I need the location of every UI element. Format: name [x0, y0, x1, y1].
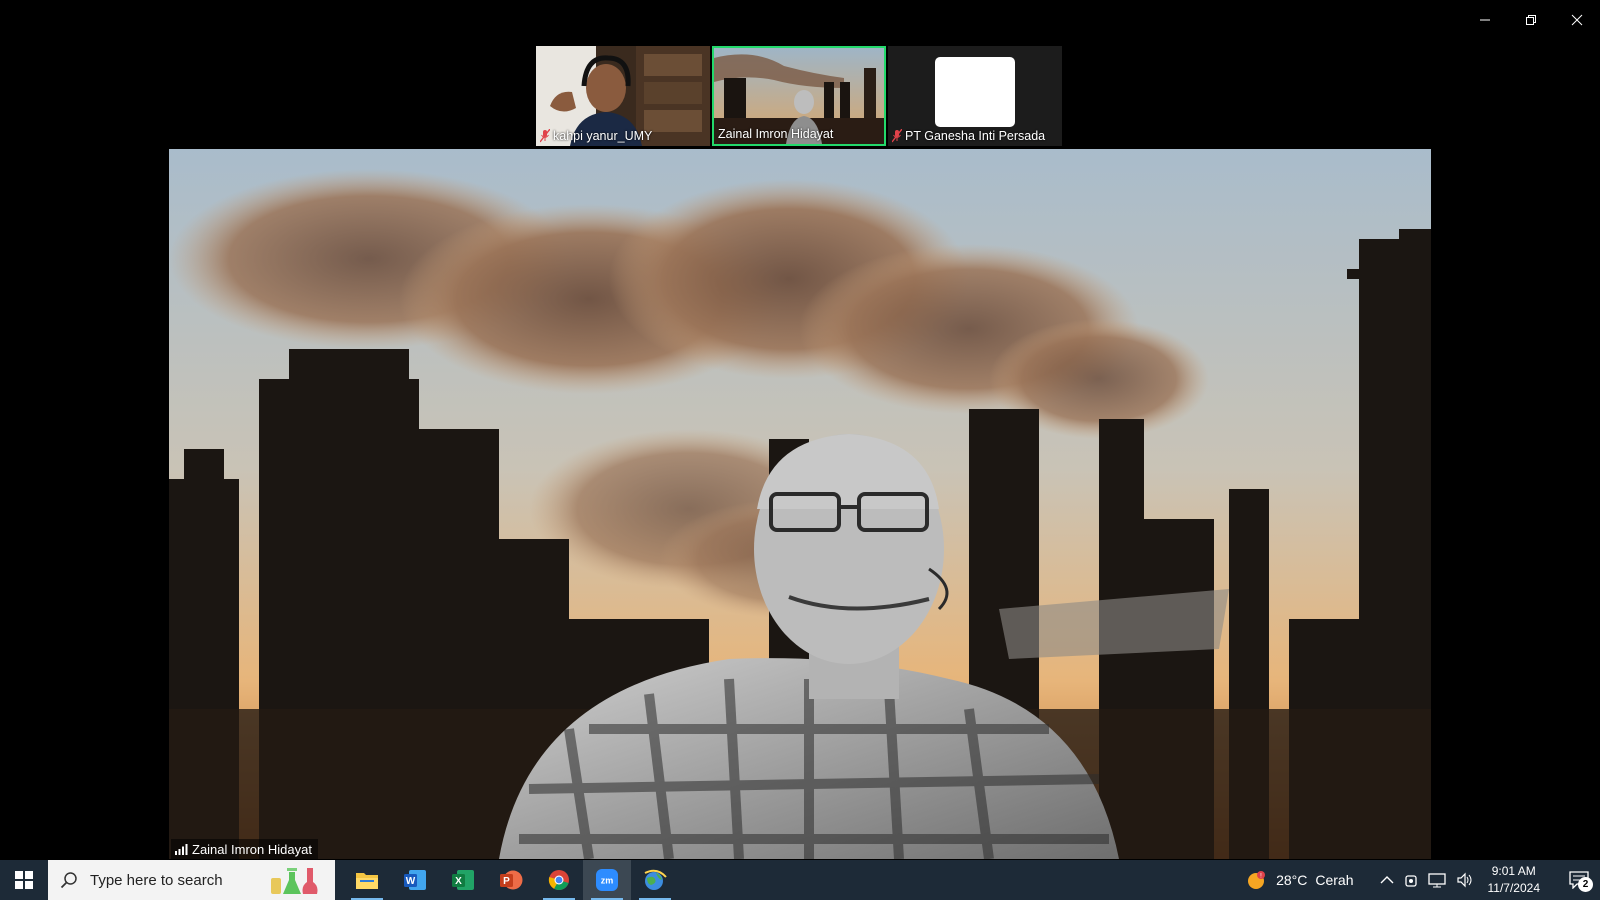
taskbar-word[interactable]: W: [391, 860, 439, 900]
globe-icon: [644, 869, 667, 890]
taskbar-excel[interactable]: X: [439, 860, 487, 900]
restore-button[interactable]: [1508, 0, 1554, 40]
minimize-icon: [1480, 19, 1490, 21]
weather-widget[interactable]: ! 28°C Cerah: [1246, 869, 1354, 891]
weather-temp: 28°C: [1276, 872, 1308, 888]
taskbar-maps[interactable]: [631, 860, 679, 900]
participant-name-tag: PT Ganesha Inti Persada: [892, 129, 1045, 143]
svg-text:zm: zm: [601, 876, 614, 886]
powerpoint-icon: P: [500, 870, 523, 890]
folder-icon: [356, 873, 378, 889]
speaker-name: Zainal Imron Hidayat: [192, 841, 312, 857]
weather-condition: Cerah: [1315, 872, 1354, 888]
participant-tile[interactable]: kahpi yanur_UMY: [536, 46, 710, 146]
word-icon: W: [404, 870, 426, 890]
participant-tile[interactable]: PT Ganesha Inti Persada: [888, 46, 1062, 146]
notification-center-button[interactable]: 2: [1558, 860, 1600, 900]
svg-text:P: P: [503, 876, 510, 887]
network-icon[interactable]: [1427, 872, 1446, 888]
windows-logo-icon: [15, 871, 33, 889]
signal-bars-icon: [175, 843, 188, 855]
taskbar-clock[interactable]: 9:01 AM 11/7/2024: [1488, 863, 1541, 897]
taskbar: Type here to search W X P zm ! 28°C Cera…: [0, 860, 1600, 900]
chrome-icon: [548, 870, 569, 891]
zoom-icon: zm: [596, 869, 618, 891]
main-speaker-video[interactable]: Zainal Imron Hidayat: [169, 149, 1431, 859]
search-placeholder: Type here to search: [90, 871, 223, 889]
window-controls: [1462, 0, 1600, 40]
taskbar-search-box[interactable]: Type here to search: [48, 860, 335, 900]
clock-time: 9:01 AM: [1491, 864, 1536, 878]
chevron-up-icon[interactable]: [1380, 875, 1394, 885]
start-button[interactable]: [0, 860, 48, 900]
participant-name: PT Ganesha Inti Persada: [905, 129, 1046, 143]
close-icon: [1571, 14, 1583, 26]
weather-sun-icon: !: [1248, 871, 1266, 889]
search-icon: [60, 871, 78, 889]
svg-text:X: X: [455, 876, 462, 887]
taskbar-file-explorer[interactable]: [343, 860, 391, 900]
clock-date: 11/7/2024: [1487, 881, 1541, 895]
search-highlight-icon: [271, 868, 318, 894]
participant-tile-active[interactable]: Zainal Imron Hidayat: [712, 46, 886, 146]
volume-icon[interactable]: [1456, 872, 1474, 888]
meet-now-icon[interactable]: [1404, 872, 1418, 888]
restore-icon: [1526, 15, 1536, 25]
speaker-name-tag: Zainal Imron Hidayat: [171, 839, 318, 859]
participant-name: kahpi yanur_UMY: [553, 129, 653, 143]
minimize-button[interactable]: [1462, 0, 1508, 40]
muted-mic-icon: [540, 129, 550, 143]
participant-name-tag: Zainal Imron Hidayat: [718, 127, 833, 141]
taskbar-apps: W X P zm: [343, 860, 679, 900]
system-tray: ! 28°C Cerah 9:01 AM 11/7/2024 2: [1246, 860, 1600, 900]
taskbar-zoom[interactable]: zm: [583, 860, 631, 900]
participant-avatar: [935, 57, 1015, 127]
excel-icon: X: [452, 870, 474, 890]
participant-name-tag: kahpi yanur_UMY: [540, 129, 652, 143]
close-button[interactable]: [1554, 0, 1600, 40]
participant-thumbnails: kahpi yanur_UMY Zainal Imron Hidayat PT …: [536, 46, 1062, 146]
notification-badge: 2: [1578, 877, 1593, 892]
taskbar-powerpoint[interactable]: P: [487, 860, 535, 900]
tray-icons: [1380, 872, 1474, 888]
muted-mic-icon: [892, 129, 902, 143]
taskbar-chrome[interactable]: [535, 860, 583, 900]
speaker-video-feed: [169, 149, 1431, 859]
svg-text:W: W: [406, 876, 416, 887]
participant-name: Zainal Imron Hidayat: [718, 127, 834, 141]
